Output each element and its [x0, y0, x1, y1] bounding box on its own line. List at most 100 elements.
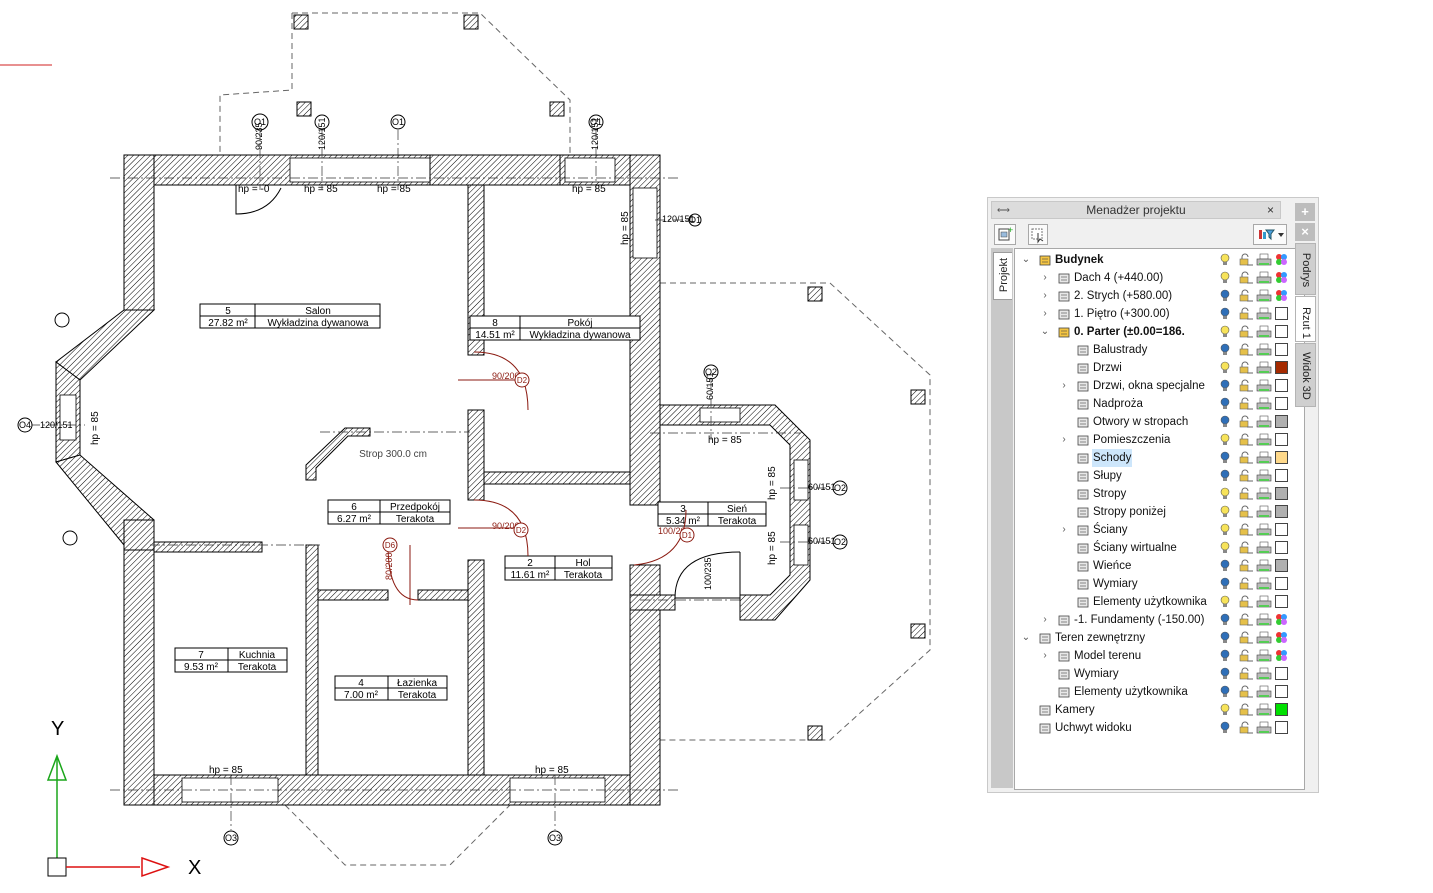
lock-icon[interactable] [1238, 595, 1253, 609]
expand-icon[interactable]: › [1059, 377, 1069, 395]
lock-icon[interactable] [1238, 343, 1253, 357]
tree-item[interactable]: Wymiary [1015, 575, 1304, 593]
print-icon[interactable] [1256, 397, 1272, 411]
visibility-bulb-icon[interactable] [1219, 595, 1233, 609]
print-icon[interactable] [1256, 541, 1272, 555]
print-icon[interactable] [1256, 523, 1272, 537]
tree-item-label[interactable]: Drzwi [1092, 359, 1123, 377]
print-icon[interactable] [1256, 487, 1272, 501]
print-icon[interactable] [1256, 685, 1272, 699]
lock-icon[interactable] [1238, 487, 1253, 501]
tree-item[interactable]: Kamery [1015, 701, 1304, 719]
color-swatch[interactable] [1275, 577, 1288, 590]
visibility-bulb-icon[interactable] [1219, 685, 1233, 699]
print-icon[interactable] [1256, 451, 1272, 465]
visibility-bulb-icon[interactable] [1219, 523, 1233, 537]
print-icon[interactable] [1256, 415, 1272, 429]
filter-dropdown[interactable] [1253, 224, 1287, 245]
tab-widok-3d[interactable]: Widok 3D [1295, 343, 1316, 407]
print-icon[interactable] [1256, 379, 1272, 393]
tree-item-label[interactable]: Teren zewnętrzny [1054, 629, 1146, 647]
visibility-bulb-icon[interactable] [1219, 577, 1233, 591]
collapse-icon[interactable]: ⌄ [1040, 323, 1050, 341]
close-view-button[interactable]: × [1295, 223, 1315, 241]
lock-icon[interactable] [1238, 631, 1253, 645]
tree-item-label[interactable]: Dach 4 (+440.00) [1073, 269, 1164, 287]
tree-item[interactable]: Balustrady [1015, 341, 1304, 359]
color-swatch[interactable] [1275, 451, 1288, 464]
lock-icon[interactable] [1238, 541, 1253, 555]
tree-item[interactable]: › Dach 4 (+440.00) [1015, 269, 1304, 287]
lock-icon[interactable] [1238, 361, 1253, 375]
tree-item-label[interactable]: Drzwi, okna specjalne [1092, 377, 1206, 395]
lock-icon[interactable] [1238, 667, 1253, 681]
tree-item-label[interactable]: Model terenu [1073, 647, 1142, 665]
tree-item[interactable]: Elementy użytkownika [1015, 593, 1304, 611]
color-swatch[interactable] [1275, 487, 1288, 500]
lock-icon[interactable] [1238, 325, 1253, 339]
tree-item[interactable]: Schody [1015, 449, 1304, 467]
lock-icon[interactable] [1238, 379, 1253, 393]
visibility-bulb-icon[interactable] [1219, 721, 1233, 735]
expand-icon[interactable]: › [1040, 305, 1050, 323]
pin-icon[interactable]: ⟷ [997, 202, 1010, 218]
tree-item[interactable]: Uchwyt widoku [1015, 719, 1304, 737]
color-swatch[interactable] [1275, 631, 1288, 644]
tree-item[interactable]: › -1. Fundamenty (-150.00) [1015, 611, 1304, 629]
lock-icon[interactable] [1238, 703, 1253, 717]
visibility-bulb-icon[interactable] [1219, 253, 1233, 267]
close-icon[interactable]: × [1267, 202, 1274, 218]
tree-item[interactable]: › Drzwi, okna specjalne [1015, 377, 1304, 395]
print-icon[interactable] [1256, 667, 1272, 681]
tree-item[interactable]: Wieńce [1015, 557, 1304, 575]
tab-projekt[interactable]: Projekt [993, 252, 1012, 300]
tree-item[interactable]: Otwory w stropach [1015, 413, 1304, 431]
color-swatch[interactable] [1275, 505, 1288, 518]
lock-icon[interactable] [1238, 289, 1253, 303]
tree-item[interactable]: › Pomieszczenia [1015, 431, 1304, 449]
print-icon[interactable] [1256, 505, 1272, 519]
visibility-bulb-icon[interactable] [1219, 469, 1233, 483]
tree-item-label[interactable]: Wieńce [1092, 557, 1132, 575]
visibility-bulb-icon[interactable] [1219, 271, 1233, 285]
print-icon[interactable] [1256, 253, 1272, 267]
print-icon[interactable] [1256, 271, 1272, 285]
lock-icon[interactable] [1238, 451, 1253, 465]
collapse-icon[interactable]: ⌄ [1021, 251, 1031, 269]
tree-item[interactable]: Wymiary [1015, 665, 1304, 683]
tree-item-label[interactable]: 1. Piętro (+300.00) [1073, 305, 1171, 323]
tree-item[interactable]: ⌄ 0. Parter (±0.00=186. [1015, 323, 1304, 341]
visibility-bulb-icon[interactable] [1219, 487, 1233, 501]
color-swatch[interactable] [1275, 595, 1288, 608]
tree-item-label[interactable]: Wymiary [1092, 575, 1139, 593]
visibility-bulb-icon[interactable] [1219, 289, 1233, 303]
tree-item-label[interactable]: Stropy [1092, 485, 1127, 503]
tree-item-label[interactable]: Balustrady [1092, 341, 1148, 359]
expand-icon[interactable]: › [1059, 521, 1069, 539]
color-swatch[interactable] [1275, 253, 1288, 266]
tree-item[interactable]: Słupy [1015, 467, 1304, 485]
lock-icon[interactable] [1238, 613, 1253, 627]
tree-item[interactable]: Ściany wirtualne [1015, 539, 1304, 557]
visibility-bulb-icon[interactable] [1219, 559, 1233, 573]
color-swatch[interactable] [1275, 415, 1288, 428]
tree-item-label[interactable]: Elementy użytkownika [1092, 593, 1208, 611]
color-swatch[interactable] [1275, 271, 1288, 284]
color-swatch[interactable] [1275, 325, 1288, 338]
floor-plan-canvas[interactable]: 5 Salon 27.82 m² Wykładzina dywanowa 8 P… [0, 0, 980, 893]
visibility-bulb-icon[interactable] [1219, 667, 1233, 681]
tree-item[interactable]: Drzwi [1015, 359, 1304, 377]
tree-item[interactable]: Stropy [1015, 485, 1304, 503]
lock-icon[interactable] [1238, 559, 1253, 573]
tree-item-label[interactable]: Uchwyt widoku [1054, 719, 1133, 737]
tree-item-label[interactable]: Ściany [1092, 521, 1129, 539]
print-icon[interactable] [1256, 307, 1272, 321]
color-swatch[interactable] [1275, 667, 1288, 680]
print-icon[interactable] [1256, 559, 1272, 573]
expand-icon[interactable]: › [1040, 611, 1050, 629]
expand-icon[interactable]: › [1040, 269, 1050, 287]
add-view-button[interactable]: + [1295, 203, 1315, 221]
print-icon[interactable] [1256, 577, 1272, 591]
color-swatch[interactable] [1275, 613, 1288, 626]
color-swatch[interactable] [1275, 361, 1288, 374]
